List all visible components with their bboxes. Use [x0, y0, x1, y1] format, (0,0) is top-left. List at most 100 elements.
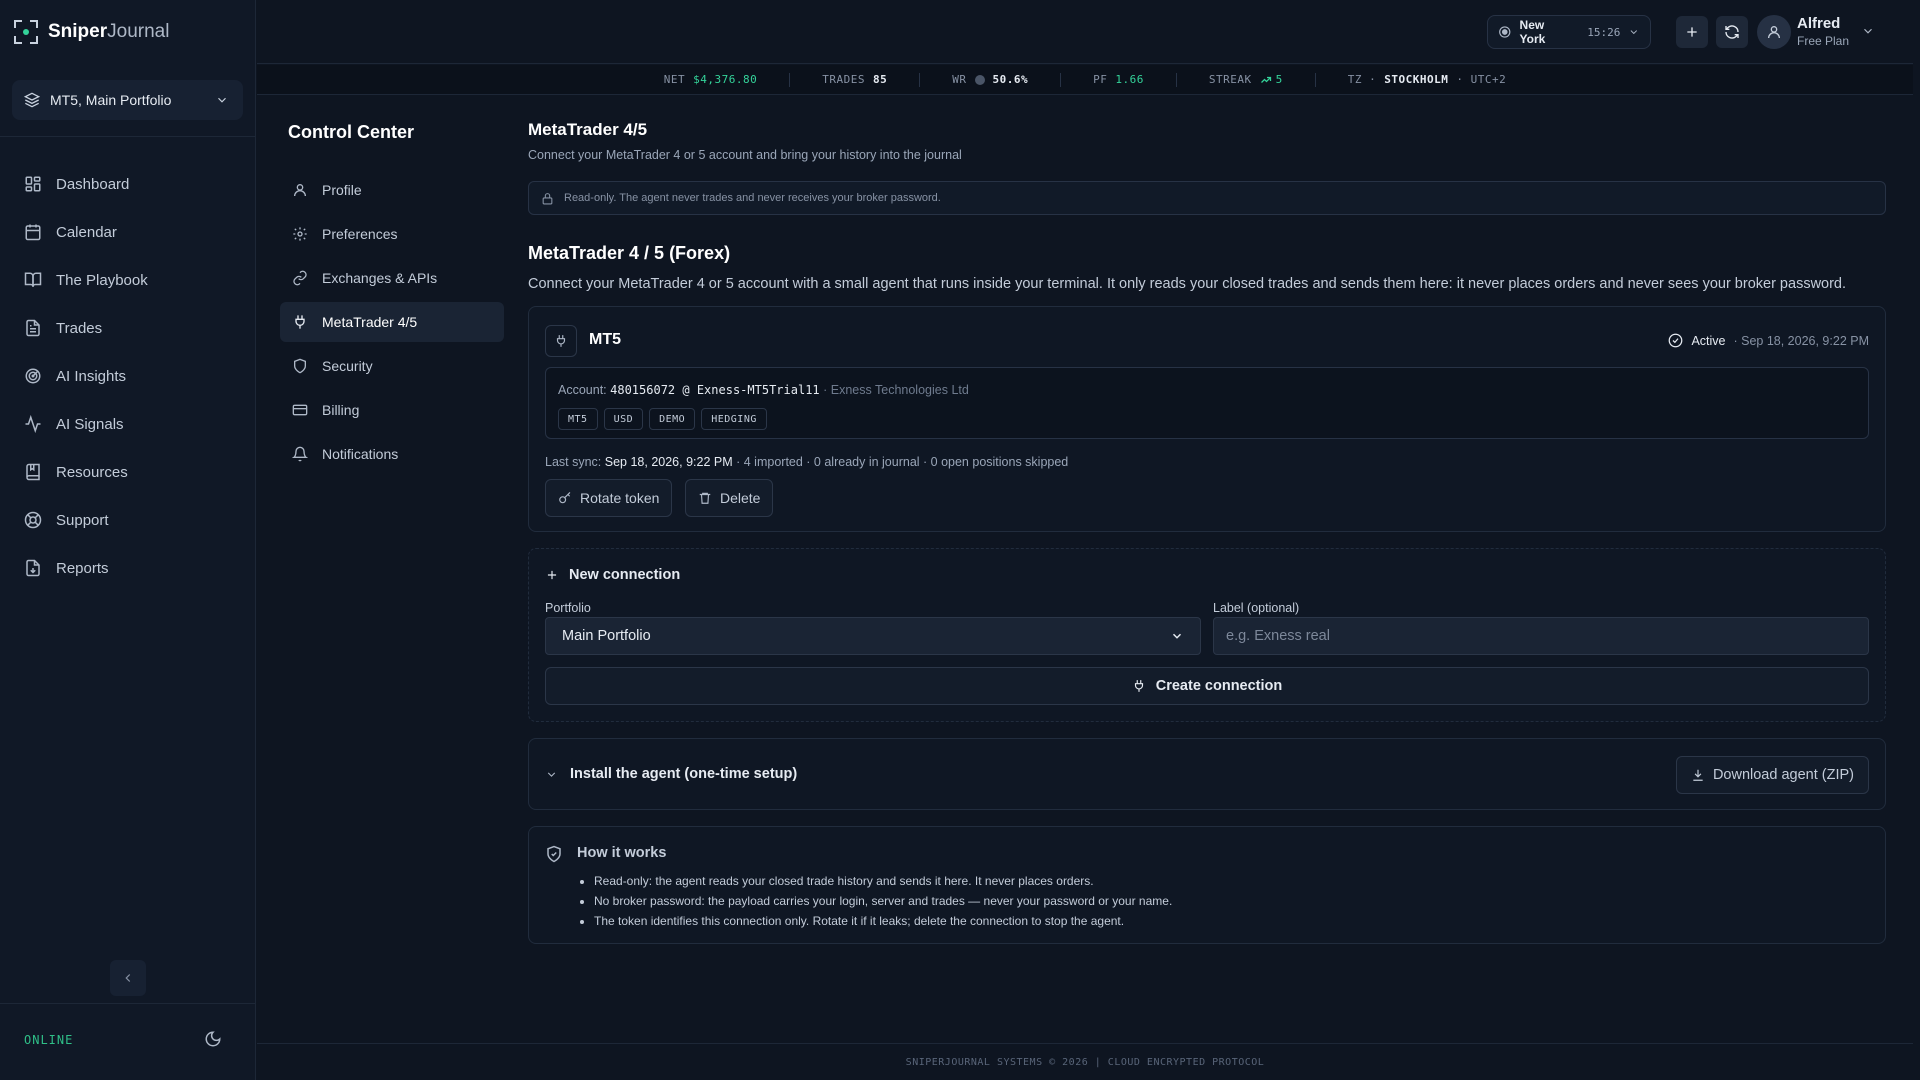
plug-icon — [556, 335, 566, 347]
market-time: 15:26 — [1587, 25, 1621, 39]
trash-icon — [699, 492, 711, 504]
portfolio-selector[interactable]: MT5, Main Portfolio — [12, 80, 243, 120]
plus-icon — [547, 570, 557, 580]
sidebar-item-label: Dashboard — [56, 175, 130, 193]
page-subtitle: Connect your MetaTrader 4 or 5 account a… — [528, 148, 962, 162]
connection-plug-icon-box — [545, 325, 577, 357]
broker-name: · Exness Technologies Ltd — [823, 383, 969, 397]
sync-details: · 4 imported · 0 already in journal · 0 … — [736, 455, 1069, 469]
refresh-icon — [1725, 25, 1739, 39]
market-clock-selector[interactable]: New York 15:26 — [1487, 15, 1651, 49]
user-icon — [294, 184, 306, 197]
sidebar-item-label: The Playbook — [56, 271, 148, 289]
avatar[interactable] — [1757, 15, 1791, 49]
sidebar-item-trades[interactable]: Trades — [12, 308, 244, 348]
user-name[interactable]: Alfred — [1797, 15, 1840, 32]
tab-notifications[interactable]: Notifications — [280, 434, 504, 474]
stat-pf-value: 1.66 — [1115, 73, 1144, 86]
key-icon — [559, 492, 571, 504]
delete-button[interactable]: Delete — [685, 479, 774, 517]
install-agent-toggle[interactable]: Install the agent (one-time setup) — [545, 766, 797, 782]
logo[interactable]: SniperJournal — [14, 20, 169, 44]
download-icon — [1693, 769, 1703, 781]
sidebar: SniperJournal MT5, Main Portfolio Dashbo… — [0, 0, 256, 1080]
tag: MT5 — [558, 408, 598, 430]
stat-winrate: WR 50.6% — [920, 72, 1062, 87]
tab-profile[interactable]: Profile — [280, 170, 504, 210]
tab-exchanges-apis[interactable]: Exchanges & APIs — [280, 258, 504, 298]
stat-profit-factor: PF 1.66 — [1061, 72, 1177, 87]
portfolio-selector-label: MT5, Main Portfolio — [50, 92, 172, 108]
document-icon — [26, 319, 40, 337]
portfolio-select[interactable]: Main Portfolio — [545, 617, 1201, 655]
trend-up-icon — [1260, 76, 1271, 83]
stat-net: NET $4,376.80 — [632, 72, 791, 87]
user-icon — [1768, 26, 1780, 39]
account-tags: MT5 USD DEMO HEDGING — [558, 408, 767, 430]
divider — [0, 1003, 256, 1004]
app-name: SniperJournal — [48, 21, 170, 42]
list-item: No broker password: the payload carries … — [594, 891, 1172, 911]
section-description: Connect your MetaTrader 4 or 5 account w… — [528, 276, 1847, 292]
sidebar-item-playbook[interactable]: The Playbook — [12, 260, 244, 300]
tag: DEMO — [649, 408, 696, 430]
shield-icon — [294, 358, 306, 374]
plug-icon — [295, 315, 305, 329]
label-input[interactable] — [1213, 617, 1869, 655]
list-item: The token identifies this connection onl… — [594, 911, 1172, 931]
chevron-left-icon — [125, 974, 131, 982]
sidebar-item-ai-insights[interactable]: AI Insights — [12, 356, 244, 396]
topbar: New York 15:26 Alfred Free Plan — [257, 0, 1913, 64]
stat-net-value: $4,376.80 — [693, 73, 758, 86]
stat-trades: TRADES 85 — [790, 72, 921, 87]
add-button[interactable] — [1676, 16, 1708, 48]
bell-icon — [292, 446, 308, 462]
sidebar-item-label: Trades — [56, 319, 103, 337]
tab-preferences[interactable]: Preferences — [280, 214, 504, 254]
plus-icon — [1687, 27, 1697, 37]
rotate-token-button[interactable]: Rotate token — [545, 479, 673, 517]
sidebar-item-support[interactable]: Support — [12, 500, 244, 540]
tab-billing[interactable]: Billing — [280, 390, 504, 430]
chevron-down-icon — [1630, 30, 1638, 35]
sidebar-item-calendar[interactable]: Calendar — [12, 212, 244, 252]
link-icon — [293, 270, 307, 286]
sidebar-item-resources[interactable]: Resources — [12, 452, 244, 492]
sidebar-item-label: Support — [56, 511, 109, 529]
radar-icon — [25, 368, 41, 384]
stat-trades-value: 85 — [873, 73, 888, 86]
create-connection-button[interactable]: Create connection — [545, 667, 1869, 705]
sidebar-item-label: Calendar — [56, 223, 117, 241]
shield-check-icon — [547, 845, 561, 863]
book-icon — [24, 272, 42, 287]
sidebar-item-ai-signals[interactable]: AI Signals — [12, 404, 244, 444]
logo-crosshair-icon — [14, 20, 38, 44]
portfolio-label: Portfolio — [545, 601, 591, 615]
winrate-dot-icon — [974, 74, 985, 85]
how-it-works-title: How it works — [577, 845, 667, 861]
main-content: MetaTrader 4/5 Connect your MetaTrader 4… — [528, 120, 1886, 944]
stat-streak: STREAK 5 — [1177, 72, 1316, 87]
list-item: Read-only: the agent reads your closed t… — [594, 871, 1172, 891]
bookmark-book-icon — [26, 463, 40, 481]
collapse-sidebar-button[interactable] — [110, 960, 146, 996]
refresh-button[interactable] — [1716, 16, 1748, 48]
sidebar-item-label: Reports — [56, 559, 109, 577]
chevron-down-icon — [547, 771, 556, 777]
sidebar-item-dashboard[interactable]: Dashboard — [12, 164, 244, 204]
chevron-down-icon — [1864, 28, 1872, 34]
stats-bar: NET $4,376.80 TRADES 85 WR 50.6% PF 1.66… — [257, 65, 1913, 95]
read-only-notice: Read-only. The agent never trades and ne… — [528, 181, 1886, 215]
sidebar-item-reports[interactable]: Reports — [12, 548, 244, 588]
tab-security[interactable]: Security — [280, 346, 504, 386]
footer: SNIPERJOURNAL SYSTEMS © 2026 | CLOUD ENC… — [257, 1043, 1913, 1080]
theme-toggle-button[interactable] — [204, 1030, 222, 1051]
status-timestamp: · Sep 18, 2026, 9:22 PM — [1733, 333, 1869, 348]
download-agent-button[interactable]: Download agent (ZIP) — [1675, 756, 1869, 794]
account-number: 480156072 @ Exness-MT5Trial11 — [610, 383, 820, 397]
user-menu-button[interactable] — [1861, 24, 1875, 41]
user-plan: Free Plan — [1797, 34, 1850, 48]
tab-metatrader[interactable]: MetaTrader 4/5 — [280, 302, 504, 342]
section-title: MetaTrader 4 / 5 (Forex) — [528, 243, 731, 263]
chevron-down-icon — [1172, 633, 1182, 639]
